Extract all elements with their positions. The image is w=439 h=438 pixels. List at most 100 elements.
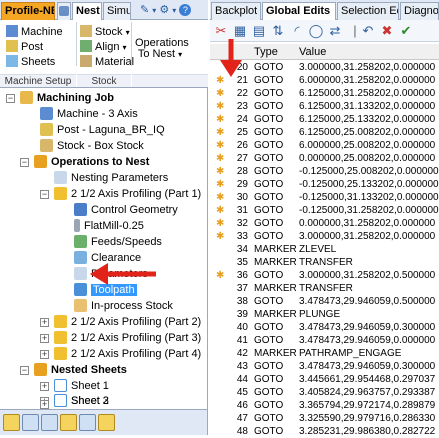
table-row[interactable]: 38 GOTO 3.478473,29.946059,0.500000 (210, 295, 439, 308)
tree-post[interactable]: Post - Laguna_BR_IQ (40, 123, 165, 138)
accept-icon[interactable]: ✔ (398, 23, 414, 39)
chevron-down-icon[interactable]: ▾ (172, 6, 176, 15)
wand-icon[interactable]: ✎ (140, 4, 149, 16)
cut-icon[interactable]: ✂ (213, 23, 229, 39)
table-row[interactable]: ✱ 32 GOTO 0.000000,31.258202,0.000000 (210, 217, 439, 230)
grid-icon[interactable]: ▦ (232, 23, 248, 39)
sheet3-label: Sheet 3 (71, 395, 109, 407)
sort-icon[interactable]: ⇅ (270, 23, 286, 39)
collapse-toggle[interactable]: − (40, 190, 49, 199)
tree-profiling-part2[interactable]: 2 1/2 Axis Profiling (Part 2) (54, 315, 201, 330)
gear-icon[interactable]: ⚙ (159, 4, 169, 16)
tree-machining-job[interactable]: Machining Job (20, 91, 114, 106)
table-row[interactable]: ✱ 23 GOTO 6.125000,31.133202,0.000000 (210, 100, 439, 113)
undo-icon[interactable]: ↶ (360, 23, 376, 39)
simulate-icon[interactable] (79, 414, 96, 431)
tree-sheet3[interactable]: Sheet 3 (54, 394, 109, 409)
tab-selection-edits[interactable]: Selection Edits (337, 2, 399, 20)
expand-toggle[interactable]: + (40, 334, 49, 343)
type-column-header[interactable]: Type (254, 44, 278, 60)
table-row[interactable]: ✱ 36 GOTO 3.000000,31.258202,0.500000 (210, 269, 439, 282)
table-row[interactable]: 37 MARKER TRANSFER (210, 282, 439, 295)
tree-machine[interactable]: Machine - 3 Axis (40, 107, 138, 122)
tree-nested-sheets[interactable]: Nested Sheets (34, 363, 127, 378)
table-row[interactable]: 48 GOTO 3.285231,29.986380,0.282722 (210, 425, 439, 438)
nest-icon[interactable] (60, 414, 77, 431)
swap-icon[interactable]: ⇄ (327, 23, 343, 39)
post-button[interactable]: Post (6, 40, 43, 54)
tab-profile-nest[interactable]: Profile-NEST (1, 2, 55, 20)
collapse-toggle[interactable]: − (20, 158, 29, 167)
tree-nesting-parameters[interactable]: Nesting Parameters (54, 171, 168, 186)
table-row[interactable]: 41 GOTO 3.478473,29.946059,0.000000 (210, 334, 439, 347)
tree-operations-to-nest[interactable]: Operations to Nest (34, 155, 149, 170)
table-row[interactable]: ✱ 26 GOTO 6.000000,25.008202,0.000000 (210, 139, 439, 152)
machine-icon[interactable] (41, 414, 58, 431)
table-row[interactable]: 43 GOTO 3.478473,29.946059,0.300000 (210, 360, 439, 373)
table-row[interactable]: 34 MARKER ZLEVEL (210, 243, 439, 256)
table-row[interactable]: ✱ 28 GOTO -0.125000,25.008202,0.000000 (210, 165, 439, 178)
collapse-toggle[interactable]: − (6, 94, 15, 103)
row-type: GOTO (254, 153, 284, 164)
sheets-button[interactable]: Sheets (6, 55, 55, 69)
expand-toggle[interactable]: + (40, 318, 49, 327)
table-row[interactable]: ✱ 29 GOTO -0.125000,25.133202,0.000000 (210, 178, 439, 191)
tree-control-geometry[interactable]: Control Geometry (74, 203, 178, 218)
tree-profiling-part1[interactable]: 2 1/2 Axis Profiling (Part 1) (54, 187, 201, 202)
value-column-header[interactable]: Value (299, 44, 326, 60)
row-value: -0.125000,31.133202,0.000000 (299, 192, 439, 203)
tab-backplot[interactable]: Backplot (211, 2, 261, 20)
row-type: GOTO (254, 322, 284, 333)
tab-global-edits[interactable]: Global Edits (262, 2, 336, 20)
table-row[interactable]: ✱ 31 GOTO -0.125000,31.258202,0.000000 (210, 204, 439, 217)
expand-toggle[interactable]: + (40, 382, 49, 391)
table-row[interactable]: ✱ 22 GOTO 6.125000,31.258202,0.000000 (210, 87, 439, 100)
tools-icon[interactable] (22, 414, 39, 431)
table-row[interactable]: 40 GOTO 3.478473,29.946059,0.300000 (210, 321, 439, 334)
tab-simu[interactable]: Simu (103, 2, 131, 20)
collapse-toggle[interactable]: − (20, 366, 29, 375)
machine-button[interactable]: Machine (6, 25, 63, 39)
post-icon[interactable] (98, 414, 115, 431)
tab-icon[interactable] (57, 2, 71, 20)
tree-feeds-speeds[interactable]: Feeds/Speeds (74, 235, 162, 250)
tab-diagnostics[interactable]: Diagnostics (400, 2, 439, 20)
stock-button[interactable]: Stock ▾ (80, 25, 130, 39)
arc-icon[interactable]: ◜ (289, 23, 305, 39)
table-row[interactable]: ✱ 27 GOTO 0.000000,25.008202,0.000000 (210, 152, 439, 165)
table-row[interactable]: 45 GOTO 3.405824,29.963757,0.293387 (210, 386, 439, 399)
tree-inprocess-stock[interactable]: In-process Stock (74, 299, 173, 314)
help-icon[interactable]: ? (179, 4, 192, 16)
tree-tool[interactable]: FlatMill-0.25 (74, 219, 144, 234)
expand-toggle[interactable]: + (40, 400, 49, 409)
table-row[interactable]: 39 MARKER PLUNGE (210, 308, 439, 321)
grid-edit-icon[interactable]: ▤ (251, 23, 267, 39)
table-row[interactable]: ✱ 30 GOTO -0.125000,31.133202,0.000000 (210, 191, 439, 204)
table-row[interactable]: 46 GOTO 3.365794,29.972174,0.289879 (210, 399, 439, 412)
tab-nest[interactable]: Nest (72, 2, 102, 20)
table-row[interactable]: ✱ 24 GOTO 6.125000,25.133202,0.000000 (210, 113, 439, 126)
circle-icon[interactable]: ◯ (308, 23, 324, 39)
table-row[interactable]: 44 GOTO 3.445661,29.954468,0.297037 (210, 373, 439, 386)
table-row[interactable]: ✱ 21 GOTO 6.000000,31.258202,0.000000 (210, 74, 439, 87)
table-row[interactable]: 47 GOTO 3.325590,29.979716,0.286330 (210, 412, 439, 425)
tree-sheet1[interactable]: Sheet 1 (54, 379, 109, 394)
table-row[interactable]: ✱ 25 GOTO 6.125000,25.008202,0.000000 (210, 126, 439, 139)
table-row[interactable]: 42 MARKER PATHRAMP_ENGAGE (210, 347, 439, 360)
operations-icon[interactable] (3, 414, 20, 431)
toolbar-icons[interactable]: ✎ ▾ ⚙ ▾ ? (140, 3, 192, 16)
material-button[interactable]: Material (80, 55, 134, 69)
align-button[interactable]: Align ▾ (80, 40, 127, 54)
operations-to-nest-button[interactable]: Operations To Nest ▾ (135, 38, 189, 68)
tree-profiling-part3[interactable]: 2 1/2 Axis Profiling (Part 3) (54, 331, 201, 346)
row-type: MARKER (254, 309, 297, 320)
table-row[interactable]: 35 MARKER TRANSFER (210, 256, 439, 269)
chevron-down-icon[interactable]: ▾ (152, 6, 156, 15)
table-row[interactable]: 20 GOTO 3.000000,31.258202,0.000000 (210, 61, 439, 74)
expand-toggle[interactable]: + (40, 350, 49, 359)
table-row[interactable]: ✱ 33 GOTO 3.000000,31.258202,0.000000 (210, 230, 439, 243)
delete-icon[interactable]: ✖ (379, 23, 395, 39)
tree-stock[interactable]: Stock - Box Stock (40, 139, 144, 154)
tree-profiling-part4[interactable]: 2 1/2 Axis Profiling (Part 4) (54, 347, 201, 362)
chevron-down-icon: ▾ (125, 28, 130, 37)
